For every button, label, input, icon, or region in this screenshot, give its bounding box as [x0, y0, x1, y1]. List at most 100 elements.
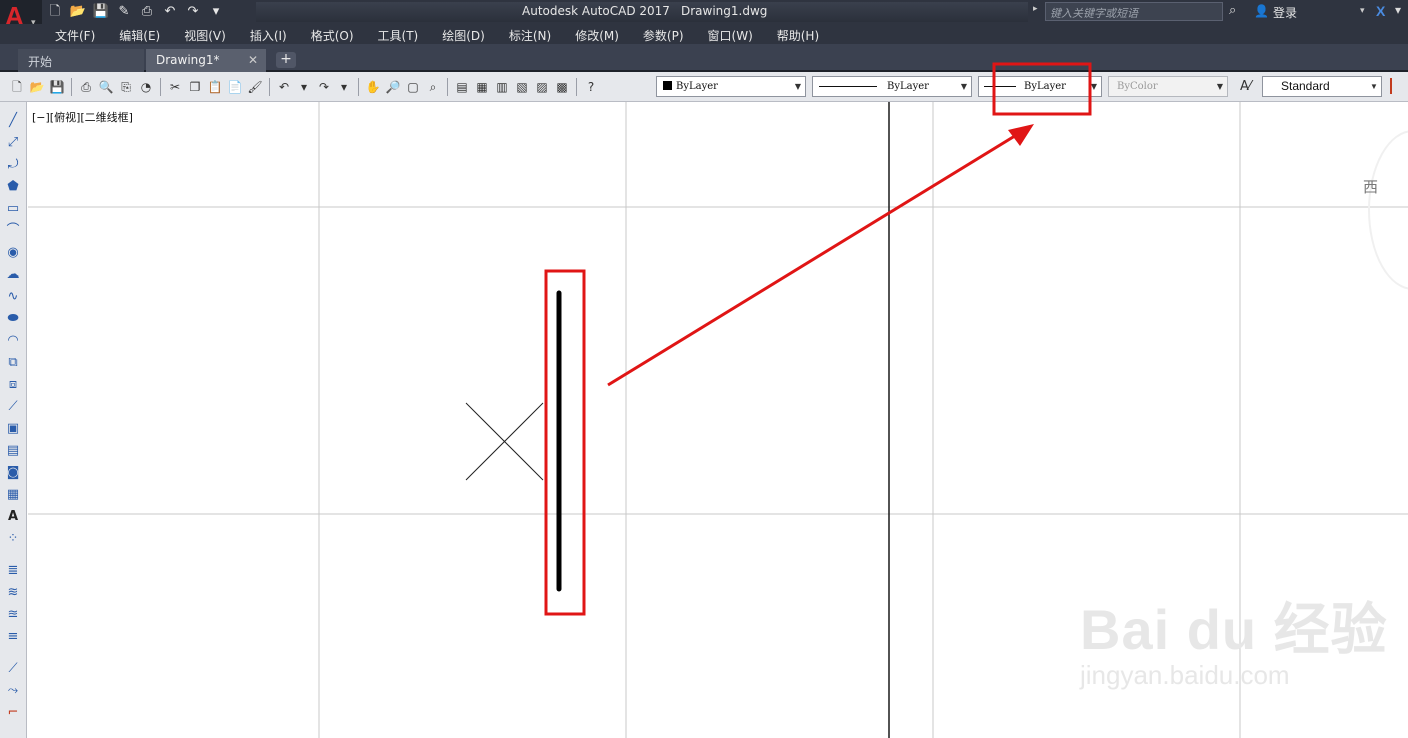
- color-dropdown[interactable]: ByLayer ▼: [656, 76, 806, 97]
- menu-edit[interactable]: 编辑(E): [119, 27, 160, 44]
- linetype-dropdown[interactable]: ByLayer ▼: [812, 76, 972, 97]
- publish-icon[interactable]: ⎘: [117, 78, 135, 96]
- spline-edit-icon[interactable]: ⤳: [3, 682, 23, 700]
- text-style-dropdown[interactable]: Standard ▼: [1262, 76, 1382, 97]
- redo-icon[interactable]: ↷: [184, 3, 202, 21]
- layer-previous-icon[interactable]: ≊: [3, 606, 23, 624]
- ellipse-icon[interactable]: ⬬: [3, 310, 23, 328]
- plotstyle-dropdown[interactable]: ByColor ▼: [1108, 76, 1228, 97]
- zoom-window-icon[interactable]: ▢: [404, 78, 422, 96]
- exchange-icon[interactable]: X: [1376, 3, 1385, 19]
- properties-icon[interactable]: ▤: [453, 78, 471, 96]
- table-icon[interactable]: ▦: [3, 486, 23, 504]
- menu-parametric[interactable]: 参数(P): [643, 27, 684, 44]
- close-icon[interactable]: ✕: [248, 53, 258, 67]
- menu-help[interactable]: 帮助(H): [777, 27, 819, 44]
- open-icon[interactable]: 📂: [28, 78, 46, 96]
- menu-file[interactable]: 文件(F): [55, 27, 95, 44]
- menu-draw[interactable]: 绘图(D): [442, 27, 485, 44]
- menu-bar: 文件(F) 编辑(E) 视图(V) 插入(I) 格式(O) 工具(T) 绘图(D…: [0, 24, 1408, 44]
- tab-drawing1[interactable]: Drawing1* ✕: [146, 49, 266, 72]
- menu-tools[interactable]: 工具(T): [378, 27, 419, 44]
- binoculars-icon[interactable]: ⌕: [1229, 3, 1236, 18]
- ellipse-arc-icon[interactable]: ◠: [3, 332, 23, 350]
- tool-palettes-icon[interactable]: ▥: [493, 78, 511, 96]
- calculator-icon[interactable]: ▩: [553, 78, 571, 96]
- arc-icon[interactable]: ⌒: [3, 222, 23, 240]
- help-icon[interactable]: ▾: [1395, 3, 1401, 17]
- cut-icon[interactable]: ✂: [166, 78, 184, 96]
- make-block-icon[interactable]: ⧈: [3, 376, 23, 394]
- plot-icon[interactable]: ⎙: [138, 3, 156, 21]
- open-icon[interactable]: 📂: [69, 3, 87, 21]
- polyline-icon[interactable]: ⤾: [3, 156, 23, 174]
- paste-special-icon[interactable]: 📄: [226, 78, 244, 96]
- menu-view[interactable]: 视图(V): [184, 27, 226, 44]
- layer-icon[interactable]: ≣: [3, 562, 23, 580]
- polygon-icon[interactable]: ⬟: [3, 178, 23, 196]
- save-icon[interactable]: 💾: [48, 78, 66, 96]
- polyline-edit-icon[interactable]: ⟋: [3, 660, 23, 678]
- search-input[interactable]: 键入关键字或短语: [1045, 2, 1223, 21]
- markup-icon[interactable]: ▨: [533, 78, 551, 96]
- construction-line-icon[interactable]: ⤢: [3, 134, 23, 152]
- viewport-controls[interactable]: [−][俯视][二维线框]: [32, 109, 133, 125]
- customize-icon[interactable]: ▾: [207, 3, 225, 21]
- new-tab-button[interactable]: +: [276, 52, 296, 68]
- rectangle-icon[interactable]: ▭: [3, 200, 23, 218]
- new-icon[interactable]: 🗋: [46, 3, 64, 21]
- point-icon[interactable]: ⟋: [3, 398, 23, 416]
- lineweight-dropdown[interactable]: ByLayer ▼: [978, 76, 1102, 97]
- redo-icon[interactable]: ↷: [315, 78, 333, 96]
- copy-icon[interactable]: ❐: [186, 78, 204, 96]
- zoom-previous-icon[interactable]: ⌕: [424, 78, 442, 96]
- help-icon[interactable]: ?: [582, 78, 600, 96]
- plot-icon[interactable]: ⎙: [77, 78, 95, 96]
- menu-format[interactable]: 格式(O): [311, 27, 354, 44]
- undo-icon[interactable]: ↶: [275, 78, 293, 96]
- multiline-text-icon[interactable]: A: [3, 508, 23, 526]
- redo-dropdown-icon[interactable]: ▾: [335, 78, 353, 96]
- line-icon[interactable]: ╱: [3, 112, 23, 130]
- menu-modify[interactable]: 修改(M): [575, 27, 619, 44]
- add-selected-icon[interactable]: ⁘: [3, 530, 23, 548]
- insert-block-icon[interactable]: ⧉: [3, 354, 23, 372]
- circle-icon[interactable]: ◉: [3, 244, 23, 262]
- zoom-realtime-icon[interactable]: 🔎: [384, 78, 402, 96]
- text-style-icon[interactable]: A⁄: [1240, 79, 1251, 94]
- match-properties-icon[interactable]: 🖌: [246, 78, 264, 96]
- design-center-icon[interactable]: ▦: [473, 78, 491, 96]
- new-icon[interactable]: 🗋: [8, 78, 26, 96]
- color-swatch: [663, 81, 672, 90]
- hatch-icon[interactable]: ▣: [3, 420, 23, 438]
- undo-icon[interactable]: ↶: [161, 3, 179, 21]
- save-icon[interactable]: 💾: [92, 3, 110, 21]
- login-button[interactable]: 👤 登录: [1254, 4, 1297, 21]
- separator: [358, 78, 359, 96]
- spline-icon[interactable]: ∿: [3, 288, 23, 306]
- file-tab-bar: 开始 Drawing1* ✕ +: [0, 44, 1408, 72]
- fillet-icon[interactable]: ⌐: [3, 704, 23, 722]
- undo-dropdown-icon[interactable]: ▾: [295, 78, 313, 96]
- menu-dimension[interactable]: 标注(N): [509, 27, 551, 44]
- saveas-icon[interactable]: ✎: [115, 3, 133, 21]
- layer-states-icon[interactable]: ≋: [3, 584, 23, 602]
- sheet-set-icon[interactable]: ▧: [513, 78, 531, 96]
- gradient-icon[interactable]: ▤: [3, 442, 23, 460]
- plot-preview-icon[interactable]: 🔍: [97, 78, 115, 96]
- separator: [71, 78, 72, 96]
- menu-window[interactable]: 窗口(W): [708, 27, 753, 44]
- layer-isolate-icon[interactable]: ≡: [3, 628, 23, 646]
- document-title: Drawing1.dwg: [681, 4, 768, 18]
- revision-cloud-icon[interactable]: ☁: [3, 266, 23, 284]
- tab-start[interactable]: 开始: [18, 49, 144, 72]
- menu-insert[interactable]: 插入(I): [250, 27, 287, 44]
- search-expand-icon[interactable]: ▸: [1033, 4, 1038, 14]
- region-icon[interactable]: ◙: [3, 464, 23, 482]
- login-caret-icon[interactable]: ▾: [1360, 6, 1365, 16]
- publish-3d-icon[interactable]: ◔: [137, 78, 155, 96]
- viewcube-west[interactable]: 西: [1363, 176, 1378, 197]
- paste-icon[interactable]: 📋: [206, 78, 224, 96]
- pan-icon[interactable]: ✋: [364, 78, 382, 96]
- dimension-style-icon[interactable]: [1390, 78, 1406, 94]
